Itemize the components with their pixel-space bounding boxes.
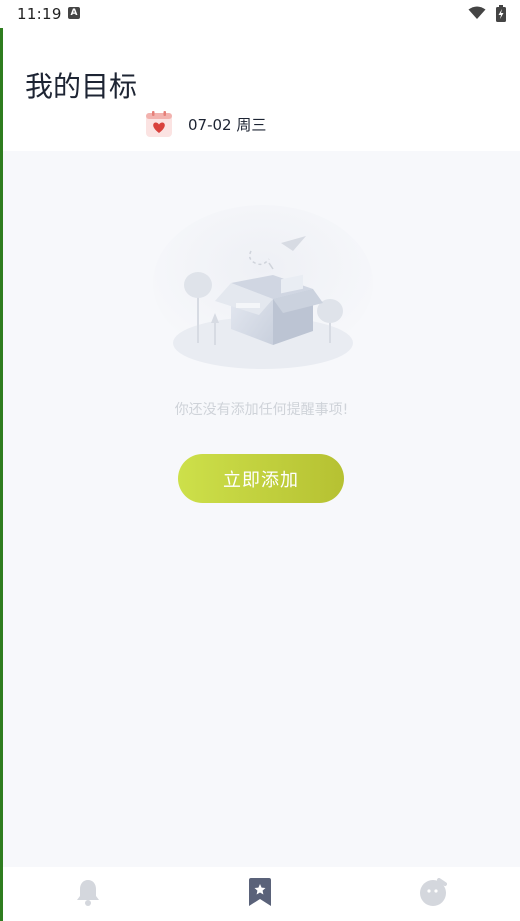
notification-a-icon: A	[68, 7, 80, 19]
battery-charging-icon	[496, 5, 506, 22]
add-now-button[interactable]: 立即添加	[178, 454, 344, 503]
tab-reminders[interactable]	[71, 875, 105, 909]
bottom-tab-bar	[3, 867, 520, 921]
star-bookmark-icon	[249, 878, 271, 906]
page-title: 我的目标	[25, 69, 138, 103]
status-time: 11:19	[17, 5, 62, 23]
tab-profile[interactable]	[416, 875, 450, 909]
tab-goals[interactable]	[243, 875, 277, 909]
empty-message: 你还没有添加任何提醒事项!	[174, 402, 349, 418]
status-bar: 11:19 A	[0, 0, 520, 28]
face-icon	[420, 878, 447, 906]
wifi-icon	[468, 6, 486, 19]
date-label: 07-02 周三	[188, 115, 267, 134]
main-content: 你还没有添加任何提醒事项! 立即添加	[3, 151, 520, 867]
bell-icon	[77, 880, 99, 906]
date-selector[interactable]: 07-02 周三	[145, 109, 266, 139]
calendar-heart-icon	[146, 111, 172, 137]
empty-box-illustration	[153, 205, 373, 369]
